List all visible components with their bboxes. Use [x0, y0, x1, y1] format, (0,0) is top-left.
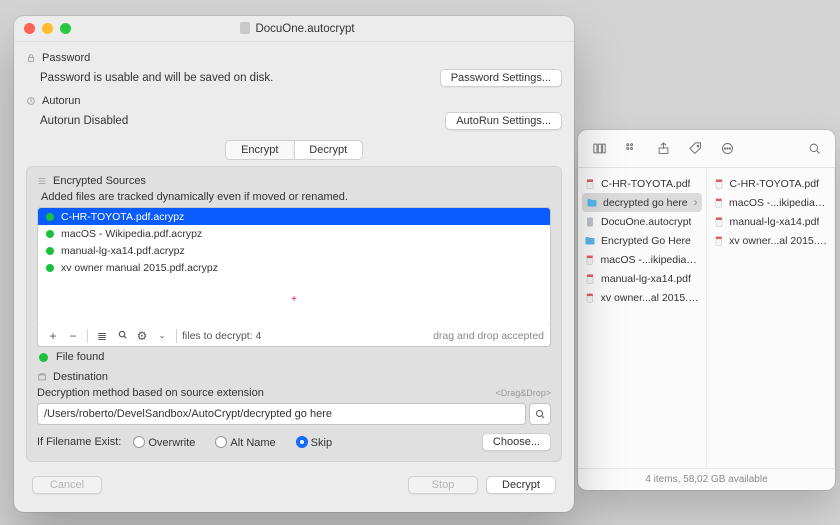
- finder-item[interactable]: macOS -...ikipedia.pdf: [578, 250, 706, 269]
- window-title: DocuOne.autocrypt: [31, 22, 564, 35]
- mode-segmented[interactable]: Encrypt Decrypt: [225, 140, 363, 160]
- source-file-row[interactable]: xv owner manual 2015.pdf.acrypz: [38, 259, 550, 276]
- finder-column-2[interactable]: C-HR-TOYOTA.pdfmacOS -...ikipedia.pdfman…: [707, 168, 836, 468]
- remove-icon[interactable]: −: [64, 329, 82, 343]
- sources-header: Encrypted Sources: [37, 175, 551, 187]
- password-header: Password: [26, 52, 562, 64]
- source-file-row[interactable]: manual-lg-xa14.pdf.acrypz: [38, 242, 550, 259]
- file-list[interactable]: C-HR-TOYOTA.pdf.acrypzmacOS - Wikipedia.…: [37, 207, 551, 327]
- actions-icon[interactable]: [716, 138, 738, 160]
- status-dot-icon: [46, 247, 54, 255]
- status-dot-icon: [46, 264, 54, 272]
- autorun-status: Autorun Disabled: [40, 115, 445, 127]
- finder-column-1[interactable]: C-HR-TOYOTA.pdfdecrypted go hereDocuOne.…: [578, 168, 707, 468]
- radio-overwrite[interactable]: Overwrite: [133, 436, 195, 449]
- source-file-row[interactable]: macOS - Wikipedia.pdf.acrypz: [38, 225, 550, 242]
- autorun-settings-button[interactable]: AutoRun Settings...: [445, 112, 562, 130]
- decrypt-button[interactable]: Decrypt: [486, 476, 556, 494]
- password-settings-button[interactable]: Password Settings...: [440, 69, 562, 87]
- tab-decrypt[interactable]: Decrypt: [294, 141, 363, 159]
- status-dot-icon: [39, 353, 48, 362]
- status-dot-icon: [46, 230, 54, 238]
- stop-button[interactable]: Stop: [408, 476, 478, 494]
- tab-encrypt[interactable]: Encrypt: [226, 141, 294, 159]
- finder-window: C-HR-TOYOTA.pdfdecrypted go hereDocuOne.…: [578, 130, 835, 490]
- list-dropdown-icon[interactable]: ⌄: [153, 331, 171, 340]
- share-icon[interactable]: [652, 138, 674, 160]
- finder-status: 4 items, 58,02 GB available: [578, 468, 835, 490]
- search-icon[interactable]: [803, 138, 825, 160]
- finder-toolbar: [578, 130, 835, 168]
- password-label: Password: [42, 52, 90, 64]
- autorun-header: Autorun: [26, 95, 562, 107]
- exist-label: If Filename Exist:: [37, 436, 121, 448]
- destination-section: Destination Decryption method based on s…: [37, 371, 551, 451]
- finder-item[interactable]: macOS -...ikipedia.pdf: [707, 193, 835, 212]
- titlebar: DocuOne.autocrypt: [14, 16, 574, 42]
- finder-item[interactable]: Encrypted Go Here: [578, 231, 706, 250]
- file-status: File found: [56, 351, 104, 363]
- columns-icon[interactable]: [588, 138, 610, 160]
- destination-header: Destination: [37, 371, 551, 383]
- finder-item[interactable]: DocuOne.autocrypt: [578, 212, 706, 231]
- radio-altname[interactable]: Alt Name: [215, 436, 275, 449]
- dragdrop-hint: <Drag&Drop>: [495, 388, 551, 398]
- finder-item[interactable]: manual-lg-xa14.pdf: [578, 269, 706, 288]
- add-icon[interactable]: +: [44, 329, 62, 343]
- cancel-button[interactable]: Cancel: [32, 476, 102, 494]
- list-toolbar: + − ≣ ⚙ ⌄ files to decrypt: 4 drag and d…: [37, 325, 551, 347]
- finder-item[interactable]: xv owner...al 2015.pdf: [578, 288, 706, 307]
- finder-item[interactable]: C-HR-TOYOTA.pdf: [707, 174, 835, 193]
- list-menu-icon[interactable]: ≣: [93, 329, 111, 343]
- destination-path-input[interactable]: [37, 403, 526, 425]
- finder-item[interactable]: xv owner...al 2015.pdf: [707, 231, 835, 250]
- list-search-icon[interactable]: [113, 329, 131, 343]
- tag-icon[interactable]: [684, 138, 706, 160]
- autorun-label: Autorun: [42, 95, 81, 107]
- dest-method-label: Decryption method based on source extens…: [37, 387, 495, 399]
- source-file-row[interactable]: C-HR-TOYOTA.pdf.acrypz: [38, 208, 550, 225]
- choose-button[interactable]: Choose...: [482, 433, 551, 451]
- finder-item[interactable]: decrypted go here: [582, 193, 702, 212]
- list-gear-icon[interactable]: ⚙: [133, 329, 151, 343]
- status-dot-icon: [46, 213, 54, 221]
- reveal-icon[interactable]: [529, 403, 551, 425]
- drag-hint: drag and drop accepted: [433, 330, 544, 342]
- view-menu-icon[interactable]: [620, 138, 642, 160]
- finder-item[interactable]: C-HR-TOYOTA.pdf: [578, 174, 706, 193]
- main-window: DocuOne.autocrypt Password Password is u…: [14, 16, 574, 512]
- radio-skip[interactable]: Skip: [296, 436, 332, 449]
- password-status: Password is usable and will be saved on …: [40, 72, 440, 84]
- sources-hint: Added files are tracked dynamically even…: [41, 191, 551, 203]
- file-count: files to decrypt: 4: [182, 330, 261, 342]
- add-placeholder-icon: +: [38, 294, 550, 305]
- finder-item[interactable]: manual-lg-xa14.pdf: [707, 212, 835, 231]
